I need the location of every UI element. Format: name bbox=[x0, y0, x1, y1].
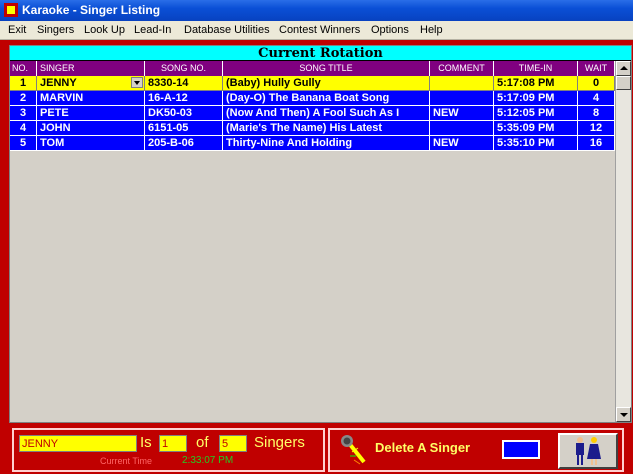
cell-no: 1 bbox=[10, 76, 37, 91]
scroll-down-button[interactable] bbox=[616, 407, 631, 422]
current-time-value: 2:33:07 PM bbox=[182, 455, 234, 466]
cell-singer: PETE bbox=[37, 106, 145, 121]
table-row[interactable]: 4 JOHN 6151-05 (Marie's The Name) His La… bbox=[10, 121, 615, 136]
window-title: Karaoke - Singer Listing bbox=[22, 3, 161, 17]
cell-no: 4 bbox=[10, 121, 37, 136]
cell-no: 2 bbox=[10, 91, 37, 106]
menu-help[interactable]: Help bbox=[420, 24, 443, 36]
cell-no: 5 bbox=[10, 136, 37, 151]
cell-singer: JENNY bbox=[40, 77, 77, 89]
cell-singer: TOM bbox=[37, 136, 145, 151]
menu-bar: Exit Singers Look Up Lead-In Database Ut… bbox=[0, 21, 633, 40]
vertical-scrollbar[interactable] bbox=[615, 61, 631, 422]
cell-no: 3 bbox=[10, 106, 37, 121]
cell-comment bbox=[430, 76, 494, 91]
menu-contest-winners[interactable]: Contest Winners bbox=[279, 24, 360, 36]
singers-label: Singers bbox=[254, 434, 305, 451]
cell-song-no: 8330-14 bbox=[145, 76, 223, 91]
col-header-time-in[interactable]: TIME-IN bbox=[494, 61, 578, 76]
grid-caption: Current Rotation bbox=[10, 46, 631, 61]
microphone-icon[interactable] bbox=[340, 434, 370, 466]
cell-time-in: 5:35:10 PM bbox=[494, 136, 578, 151]
menu-lead-in[interactable]: Lead-In bbox=[134, 24, 171, 36]
cell-song-no: 6151-05 bbox=[145, 121, 223, 136]
current-time-label: Current Time bbox=[100, 456, 153, 466]
delete-singer-button[interactable]: Delete A Singer bbox=[375, 440, 470, 455]
menu-database-utilities[interactable]: Database Utilities bbox=[184, 24, 270, 36]
singer-couple-icon bbox=[576, 437, 601, 465]
col-header-comment[interactable]: COMMENT bbox=[430, 61, 494, 76]
is-label: Is bbox=[140, 434, 152, 451]
singer-couple-button[interactable] bbox=[558, 433, 618, 469]
cell-wait: 16 bbox=[578, 136, 615, 151]
table-row[interactable]: 1 JENNY 8330-14 (Baby) Hully Gully 5:17:… bbox=[10, 76, 615, 91]
cell-song-title: (Day-O) The Banana Boat Song bbox=[223, 91, 430, 106]
scroll-up-button[interactable] bbox=[616, 61, 631, 76]
col-header-no[interactable]: NO. bbox=[10, 61, 37, 76]
col-header-song-title[interactable]: SONG TITLE bbox=[223, 61, 430, 76]
cell-song-title: (Baby) Hully Gully bbox=[223, 76, 430, 91]
color-indicator-box[interactable] bbox=[502, 440, 540, 459]
cell-song-no: 16-A-12 bbox=[145, 91, 223, 106]
cell-wait: 4 bbox=[578, 91, 615, 106]
col-header-wait[interactable]: WAIT bbox=[578, 61, 615, 76]
cell-song-no: DK50-03 bbox=[145, 106, 223, 121]
scroll-thumb[interactable] bbox=[616, 76, 631, 90]
chevron-down-icon[interactable] bbox=[131, 77, 143, 88]
cell-song-title: (Now And Then) A Fool Such As I bbox=[223, 106, 430, 121]
cell-comment bbox=[430, 91, 494, 106]
cell-comment: NEW bbox=[430, 106, 494, 121]
table-row[interactable]: 3 PETE DK50-03 (Now And Then) A Fool Suc… bbox=[10, 106, 615, 121]
cell-comment: NEW bbox=[430, 136, 494, 151]
cell-singer: MARVIN bbox=[37, 91, 145, 106]
title-bar[interactable]: Karaoke - Singer Listing bbox=[0, 0, 633, 21]
cell-time-in: 5:12:05 PM bbox=[494, 106, 578, 121]
main-panel: Current Rotation NO. SINGER SONG NO. SON… bbox=[0, 40, 633, 474]
position-field[interactable]: 1 bbox=[159, 435, 187, 452]
menu-look-up[interactable]: Look Up bbox=[84, 24, 125, 36]
cell-comment bbox=[430, 121, 494, 136]
actions-panel: Delete A Singer bbox=[328, 428, 624, 472]
col-header-singer[interactable]: SINGER bbox=[37, 61, 145, 76]
cell-wait: 12 bbox=[578, 121, 615, 136]
table-row[interactable]: 2 MARVIN 16-A-12 (Day-O) The Banana Boat… bbox=[10, 91, 615, 106]
cell-wait: 8 bbox=[578, 106, 615, 121]
cell-time-in: 5:35:09 PM bbox=[494, 121, 578, 136]
cell-time-in: 5:17:09 PM bbox=[494, 91, 578, 106]
of-label: of bbox=[196, 434, 209, 451]
cell-song-no: 205-B-06 bbox=[145, 136, 223, 151]
current-singer-field[interactable]: JENNY bbox=[19, 435, 137, 452]
rotation-grid: Current Rotation NO. SINGER SONG NO. SON… bbox=[9, 45, 632, 423]
menu-options[interactable]: Options bbox=[371, 24, 409, 36]
cell-song-title: (Marie's The Name) His Latest bbox=[223, 121, 430, 136]
singer-dropdown[interactable]: JENNY bbox=[37, 76, 145, 91]
total-singers-field[interactable]: 5 bbox=[219, 435, 247, 452]
cell-song-title: Thirty-Nine And Holding bbox=[223, 136, 430, 151]
menu-exit[interactable]: Exit bbox=[8, 24, 26, 36]
cell-time-in: 5:17:08 PM bbox=[494, 76, 578, 91]
col-header-song-no[interactable]: SONG NO. bbox=[145, 61, 223, 76]
cell-singer: JOHN bbox=[37, 121, 145, 136]
karaoke-app-icon bbox=[4, 3, 18, 17]
current-singer-panel: JENNY Is 1 of 5 Singers Current Time 2:3… bbox=[12, 428, 325, 472]
table-row[interactable]: 5 TOM 205-B-06 Thirty-Nine And Holding N… bbox=[10, 136, 615, 151]
cell-wait: 0 bbox=[578, 76, 615, 91]
menu-singers[interactable]: Singers bbox=[37, 24, 74, 36]
